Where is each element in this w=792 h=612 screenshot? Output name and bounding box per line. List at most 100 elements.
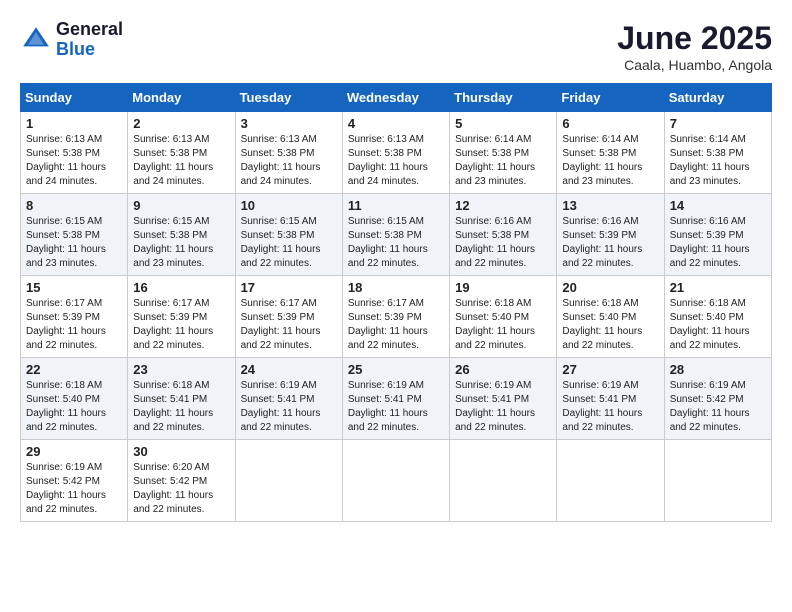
day-number: 25 — [348, 362, 444, 377]
calendar-cell: 24 Sunrise: 6:19 AMSunset: 5:41 PMDaylig… — [235, 358, 342, 440]
day-info: Sunrise: 6:16 AMSunset: 5:38 PMDaylight:… — [455, 216, 535, 269]
day-info: Sunrise: 6:13 AMSunset: 5:38 PMDaylight:… — [241, 134, 321, 187]
col-thursday: Thursday — [450, 84, 557, 112]
calendar-cell: 20 Sunrise: 6:18 AMSunset: 5:40 PMDaylig… — [557, 276, 664, 358]
day-number: 5 — [455, 116, 551, 131]
day-info: Sunrise: 6:18 AMSunset: 5:41 PMDaylight:… — [133, 380, 213, 433]
day-info: Sunrise: 6:16 AMSunset: 5:39 PMDaylight:… — [562, 216, 642, 269]
day-info: Sunrise: 6:19 AMSunset: 5:41 PMDaylight:… — [348, 380, 428, 433]
month-title: June 2025 — [617, 20, 772, 57]
calendar-cell: 28 Sunrise: 6:19 AMSunset: 5:42 PMDaylig… — [664, 358, 771, 440]
calendar-cell — [664, 440, 771, 522]
location-subtitle: Caala, Huambo, Angola — [617, 57, 772, 73]
calendar-row: 29 Sunrise: 6:19 AMSunset: 5:42 PMDaylig… — [21, 440, 772, 522]
calendar-cell: 17 Sunrise: 6:17 AMSunset: 5:39 PMDaylig… — [235, 276, 342, 358]
day-number: 8 — [26, 198, 122, 213]
calendar-cell — [557, 440, 664, 522]
day-number: 21 — [670, 280, 766, 295]
day-number: 7 — [670, 116, 766, 131]
calendar-cell: 5 Sunrise: 6:14 AMSunset: 5:38 PMDayligh… — [450, 112, 557, 194]
calendar-cell: 19 Sunrise: 6:18 AMSunset: 5:40 PMDaylig… — [450, 276, 557, 358]
calendar-cell: 18 Sunrise: 6:17 AMSunset: 5:39 PMDaylig… — [342, 276, 449, 358]
calendar-cell: 7 Sunrise: 6:14 AMSunset: 5:38 PMDayligh… — [664, 112, 771, 194]
day-number: 29 — [26, 444, 122, 459]
calendar-cell: 10 Sunrise: 6:15 AMSunset: 5:38 PMDaylig… — [235, 194, 342, 276]
day-number: 26 — [455, 362, 551, 377]
day-info: Sunrise: 6:15 AMSunset: 5:38 PMDaylight:… — [348, 216, 428, 269]
day-number: 19 — [455, 280, 551, 295]
calendar-cell: 3 Sunrise: 6:13 AMSunset: 5:38 PMDayligh… — [235, 112, 342, 194]
day-number: 6 — [562, 116, 658, 131]
calendar-table: Sunday Monday Tuesday Wednesday Thursday… — [20, 83, 772, 522]
day-info: Sunrise: 6:15 AMSunset: 5:38 PMDaylight:… — [133, 216, 213, 269]
calendar-row: 15 Sunrise: 6:17 AMSunset: 5:39 PMDaylig… — [21, 276, 772, 358]
day-number: 20 — [562, 280, 658, 295]
title-block: June 2025 Caala, Huambo, Angola — [617, 20, 772, 73]
day-info: Sunrise: 6:14 AMSunset: 5:38 PMDaylight:… — [670, 134, 750, 187]
day-info: Sunrise: 6:17 AMSunset: 5:39 PMDaylight:… — [26, 298, 106, 351]
logo-icon — [20, 24, 52, 56]
calendar-cell — [450, 440, 557, 522]
col-tuesday: Tuesday — [235, 84, 342, 112]
day-info: Sunrise: 6:17 AMSunset: 5:39 PMDaylight:… — [241, 298, 321, 351]
day-info: Sunrise: 6:19 AMSunset: 5:41 PMDaylight:… — [455, 380, 535, 433]
col-friday: Friday — [557, 84, 664, 112]
calendar-cell: 2 Sunrise: 6:13 AMSunset: 5:38 PMDayligh… — [128, 112, 235, 194]
day-info: Sunrise: 6:18 AMSunset: 5:40 PMDaylight:… — [26, 380, 106, 433]
day-number: 1 — [26, 116, 122, 131]
day-number: 22 — [26, 362, 122, 377]
logo: General Blue — [20, 20, 123, 60]
day-number: 16 — [133, 280, 229, 295]
day-number: 11 — [348, 198, 444, 213]
calendar-cell: 30 Sunrise: 6:20 AMSunset: 5:42 PMDaylig… — [128, 440, 235, 522]
col-saturday: Saturday — [664, 84, 771, 112]
calendar-cell: 14 Sunrise: 6:16 AMSunset: 5:39 PMDaylig… — [664, 194, 771, 276]
day-number: 27 — [562, 362, 658, 377]
calendar-cell: 11 Sunrise: 6:15 AMSunset: 5:38 PMDaylig… — [342, 194, 449, 276]
calendar-cell — [342, 440, 449, 522]
day-info: Sunrise: 6:15 AMSunset: 5:38 PMDaylight:… — [26, 216, 106, 269]
calendar-row: 22 Sunrise: 6:18 AMSunset: 5:40 PMDaylig… — [21, 358, 772, 440]
day-info: Sunrise: 6:19 AMSunset: 5:42 PMDaylight:… — [670, 380, 750, 433]
day-info: Sunrise: 6:16 AMSunset: 5:39 PMDaylight:… — [670, 216, 750, 269]
day-info: Sunrise: 6:18 AMSunset: 5:40 PMDaylight:… — [670, 298, 750, 351]
day-number: 12 — [455, 198, 551, 213]
day-number: 14 — [670, 198, 766, 213]
day-info: Sunrise: 6:13 AMSunset: 5:38 PMDaylight:… — [133, 134, 213, 187]
calendar-row: 1 Sunrise: 6:13 AMSunset: 5:38 PMDayligh… — [21, 112, 772, 194]
day-number: 3 — [241, 116, 337, 131]
day-number: 17 — [241, 280, 337, 295]
calendar-row: 8 Sunrise: 6:15 AMSunset: 5:38 PMDayligh… — [21, 194, 772, 276]
calendar-cell: 23 Sunrise: 6:18 AMSunset: 5:41 PMDaylig… — [128, 358, 235, 440]
day-number: 28 — [670, 362, 766, 377]
calendar-cell: 26 Sunrise: 6:19 AMSunset: 5:41 PMDaylig… — [450, 358, 557, 440]
day-info: Sunrise: 6:19 AMSunset: 5:41 PMDaylight:… — [562, 380, 642, 433]
day-number: 9 — [133, 198, 229, 213]
calendar-cell: 1 Sunrise: 6:13 AMSunset: 5:38 PMDayligh… — [21, 112, 128, 194]
logo-blue: Blue — [56, 39, 95, 59]
calendar-cell: 8 Sunrise: 6:15 AMSunset: 5:38 PMDayligh… — [21, 194, 128, 276]
day-info: Sunrise: 6:18 AMSunset: 5:40 PMDaylight:… — [562, 298, 642, 351]
day-info: Sunrise: 6:17 AMSunset: 5:39 PMDaylight:… — [348, 298, 428, 351]
col-monday: Monday — [128, 84, 235, 112]
day-info: Sunrise: 6:19 AMSunset: 5:41 PMDaylight:… — [241, 380, 321, 433]
calendar-cell: 16 Sunrise: 6:17 AMSunset: 5:39 PMDaylig… — [128, 276, 235, 358]
calendar-cell: 9 Sunrise: 6:15 AMSunset: 5:38 PMDayligh… — [128, 194, 235, 276]
logo-general: General — [56, 19, 123, 39]
day-number: 18 — [348, 280, 444, 295]
day-number: 23 — [133, 362, 229, 377]
day-number: 30 — [133, 444, 229, 459]
day-info: Sunrise: 6:14 AMSunset: 5:38 PMDaylight:… — [562, 134, 642, 187]
calendar-cell — [235, 440, 342, 522]
day-info: Sunrise: 6:13 AMSunset: 5:38 PMDaylight:… — [348, 134, 428, 187]
day-info: Sunrise: 6:19 AMSunset: 5:42 PMDaylight:… — [26, 462, 106, 515]
day-info: Sunrise: 6:14 AMSunset: 5:38 PMDaylight:… — [455, 134, 535, 187]
page-header: General Blue June 2025 Caala, Huambo, An… — [20, 20, 772, 73]
calendar-cell: 6 Sunrise: 6:14 AMSunset: 5:38 PMDayligh… — [557, 112, 664, 194]
day-info: Sunrise: 6:17 AMSunset: 5:39 PMDaylight:… — [133, 298, 213, 351]
logo-text: General Blue — [56, 20, 123, 60]
day-number: 2 — [133, 116, 229, 131]
calendar-cell: 15 Sunrise: 6:17 AMSunset: 5:39 PMDaylig… — [21, 276, 128, 358]
calendar-cell: 25 Sunrise: 6:19 AMSunset: 5:41 PMDaylig… — [342, 358, 449, 440]
calendar-cell: 13 Sunrise: 6:16 AMSunset: 5:39 PMDaylig… — [557, 194, 664, 276]
